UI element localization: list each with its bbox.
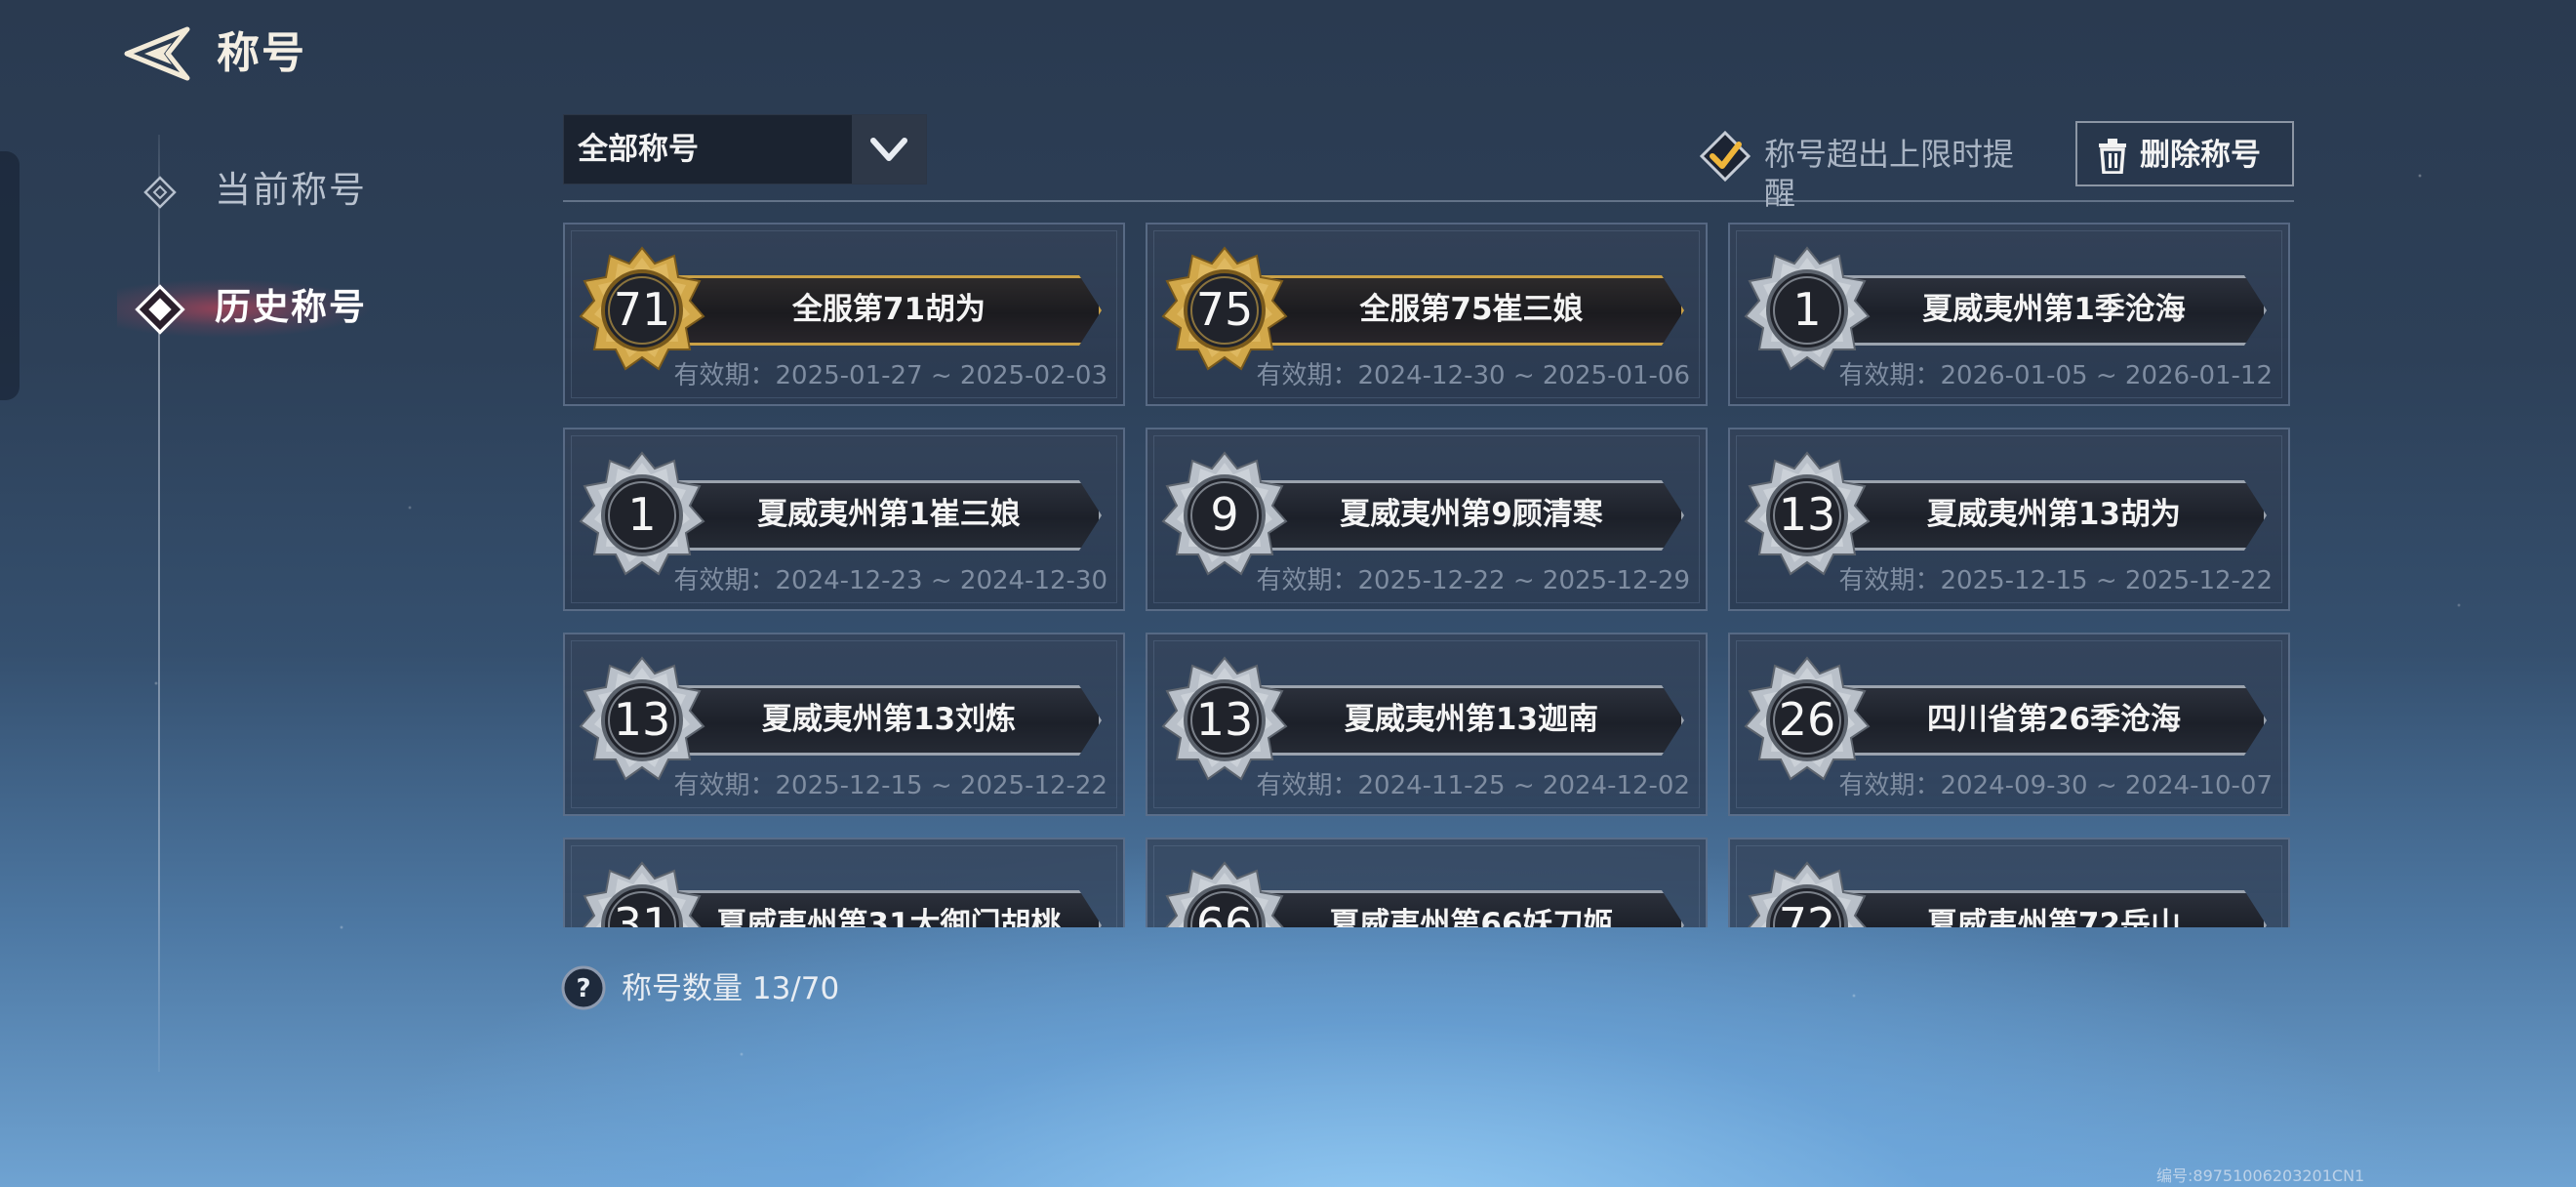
title-name: 夏威夷州第31大御门胡桃 xyxy=(716,907,1062,927)
trash-icon xyxy=(2099,139,2126,174)
title-validity: 有效期：2025-12-15 ~ 2025-12-22 xyxy=(1838,566,2273,595)
title-rank: 26 xyxy=(1778,693,1836,746)
title-validity: 有效期：2024-11-25 ~ 2024-12-02 xyxy=(1256,771,1690,800)
title-rank: 1 xyxy=(1792,283,1822,336)
title-card[interactable]: 夏威夷州第31大御门胡桃 31 xyxy=(563,838,1125,927)
title-rank: 75 xyxy=(1195,283,1254,336)
title-name: 夏威夷州第1季沧海 xyxy=(1922,292,2186,327)
title-rank: 13 xyxy=(1778,488,1836,541)
svg-text:?: ? xyxy=(576,974,590,1003)
title-validity: 有效期：2024-09-30 ~ 2024-10-07 xyxy=(1838,771,2273,800)
limit-reminder-toggle[interactable]: 称号超出上限时提醒 xyxy=(1698,125,2039,212)
title-validity: 有效期：2026-01-05 ~ 2026-01-12 xyxy=(1838,361,2273,390)
title-rank: 66 xyxy=(1195,898,1254,927)
title-filter-dropdown[interactable]: 全部称号 xyxy=(563,114,927,184)
title-rank: 13 xyxy=(1195,693,1254,746)
title-name: 全服第71胡为 xyxy=(791,292,986,327)
title-card[interactable]: 夏威夷州第1季沧海 1 有效期：2026-01-05 ~ 2026-01-12 xyxy=(1728,223,2290,406)
sidebar-item-label: 当前称号 xyxy=(215,169,367,211)
title-validity: 有效期：2025-12-15 ~ 2025-12-22 xyxy=(673,771,1107,800)
title-validity: 有效期：2024-12-30 ~ 2025-01-06 xyxy=(1256,361,1690,390)
page-title: 称号 xyxy=(217,28,306,78)
toolbar-divider xyxy=(563,200,2294,202)
title-name: 夏威夷州第1崔三娘 xyxy=(757,497,1021,532)
title-rank: 71 xyxy=(613,283,671,336)
title-validity: 有效期：2025-01-27 ~ 2025-02-03 xyxy=(673,361,1107,390)
title-card[interactable]: 全服第71胡为 71 有效期：2025-01-27 ~ 2025-02-03 xyxy=(563,223,1125,406)
title-rank: 72 xyxy=(1778,898,1836,927)
watermark: 编号:89751006203201CN1 xyxy=(2156,1167,2365,1185)
sidebar-item-current-titles[interactable]: 当前称号 xyxy=(127,154,439,228)
title-name: 夏威夷州第13胡为 xyxy=(1926,497,2182,532)
sidebar-item-history-titles[interactable]: 历史称号 xyxy=(117,271,439,346)
title-rank: 31 xyxy=(613,898,671,927)
title-card[interactable]: 全服第75崔三娘 75 有效期：2024-12-30 ~ 2025-01-06 xyxy=(1146,223,1708,406)
title-name: 夏威夷州第13刘炼 xyxy=(761,702,1017,737)
title-card[interactable]: 夏威夷州第72岳山 72 xyxy=(1728,838,2290,927)
diamond-icon xyxy=(143,176,177,209)
question-icon[interactable]: ? xyxy=(560,964,607,1011)
title-card[interactable]: 夏威夷州第13胡为 13 有效期：2025-12-15 ~ 2025-12-22 xyxy=(1728,428,2290,611)
title-card[interactable]: 夏威夷州第1崔三娘 1 有效期：2024-12-23 ~ 2024-12-30 xyxy=(563,428,1125,611)
dropdown-toggle[interactable] xyxy=(852,115,926,184)
title-name: 全服第75崔三娘 xyxy=(1359,292,1584,327)
sidebar-item-label: 历史称号 xyxy=(215,286,367,328)
back-arrow-icon xyxy=(124,26,190,81)
filter-value: 全部称号 xyxy=(578,132,699,167)
title-name: 夏威夷州第9顾清寒 xyxy=(1340,497,1603,532)
back-button[interactable] xyxy=(123,25,193,82)
title-count: 称号数量 13/70 xyxy=(622,971,840,1006)
title-card[interactable]: 四川省第26季沧海 26 有效期：2024-09-30 ~ 2024-10-07 xyxy=(1728,633,2290,816)
title-name: 夏威夷州第72岳山 xyxy=(1926,907,2182,927)
title-name: 夏威夷州第66妖刀姬 xyxy=(1329,907,1614,927)
title-card[interactable]: 夏威夷州第13迦南 13 有效期：2024-11-25 ~ 2024-12-02 xyxy=(1146,633,1708,816)
titles-grid[interactable]: 全服第71胡为 71 有效期：2025-01-27 ~ 2025-02-03 全服第7… xyxy=(563,223,2294,927)
side-edge-tab[interactable] xyxy=(0,151,20,400)
title-card[interactable]: 夏威夷州第13刘炼 13 有效期：2025-12-15 ~ 2025-12-22 xyxy=(563,633,1125,816)
diamond-active-icon xyxy=(135,284,185,335)
title-validity: 有效期：2024-12-23 ~ 2024-12-30 xyxy=(673,566,1107,595)
title-card[interactable]: 夏威夷州第66妖刀姬 66 xyxy=(1146,838,1708,927)
delete-title-button[interactable]: 删除称号 xyxy=(2075,121,2294,186)
delete-button-label: 删除称号 xyxy=(2140,138,2261,173)
title-rank: 1 xyxy=(627,488,657,541)
title-name: 夏威夷州第13迦南 xyxy=(1344,702,1599,737)
title-name: 四川省第26季沧海 xyxy=(1926,702,2182,737)
title-validity: 有效期：2025-12-22 ~ 2025-12-29 xyxy=(1256,566,1690,595)
title-rank: 13 xyxy=(613,693,671,746)
title-rank: 9 xyxy=(1210,488,1239,541)
checkbox-checked-icon xyxy=(1699,130,1751,183)
title-card[interactable]: 夏威夷州第9顾清寒 9 有效期：2025-12-22 ~ 2025-12-29 xyxy=(1146,428,1708,611)
chevron-down-icon xyxy=(870,138,907,161)
